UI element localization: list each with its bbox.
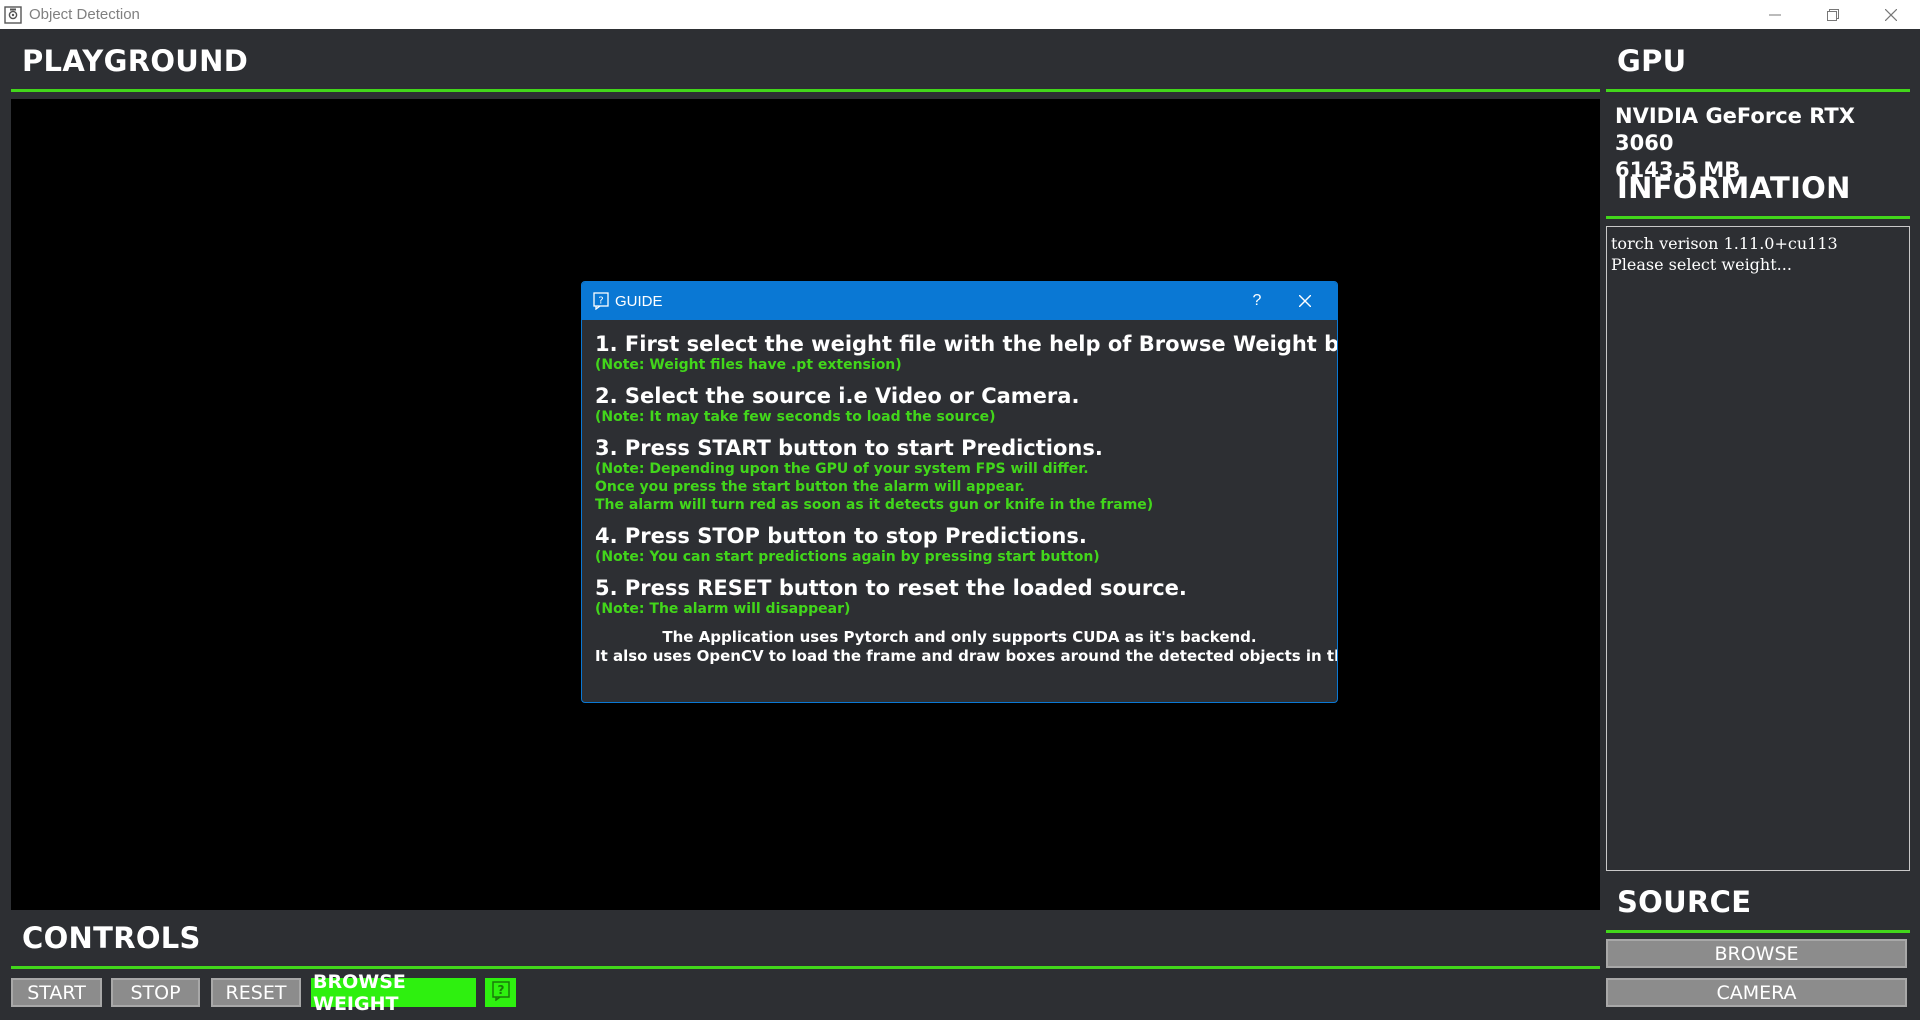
step-note: (Note: You can start predictions again b…	[595, 549, 1100, 565]
playground-divider	[11, 89, 1600, 92]
guide-step: 2. Select the source i.e Video or Camera…	[595, 384, 1337, 426]
source-divider	[1606, 930, 1910, 933]
log-line: Please select weight...	[1611, 255, 1792, 274]
reset-button[interactable]: RESET	[211, 978, 301, 1007]
step-note: (Note: The alarm will disappear)	[595, 601, 851, 617]
step-title: 3. Press START button to start Predictio…	[595, 436, 1103, 460]
information-divider	[1606, 216, 1910, 219]
playground-title: PLAYGROUND	[22, 44, 249, 78]
guide-dialog: ? GUIDE ? 1. First select the weight fil…	[581, 281, 1338, 703]
gpu-name: NVIDIA GeForce RTX 3060	[1615, 104, 1855, 155]
step-title: 4. Press STOP button to stop Predictions…	[595, 524, 1087, 548]
gpu-divider	[1606, 89, 1910, 92]
step-note: (Note: It may take few seconds to load t…	[595, 409, 996, 425]
step-title: 2. Select the source i.e Video or Camera…	[595, 384, 1080, 408]
source-camera-button[interactable]: CAMERA	[1606, 978, 1907, 1007]
camera-focus-icon	[2, 4, 24, 26]
guide-help-button[interactable]: ?	[1233, 292, 1281, 310]
information-log[interactable]: torch verison 1.11.0+cu113 Please select…	[1606, 226, 1910, 871]
gpu-title: GPU	[1617, 44, 1687, 78]
information-title: INFORMATION	[1617, 171, 1851, 205]
step-note: (Note: Weight files have .pt extension)	[595, 357, 902, 373]
svg-text:?: ?	[497, 983, 504, 997]
question-mark-icon: ?	[491, 980, 510, 1005]
guide-step: 4. Press STOP button to stop Predictions…	[595, 524, 1337, 566]
guide-step: 5. Press RESET button to reset the loade…	[595, 576, 1337, 618]
svg-text:?: ?	[598, 296, 603, 307]
step-note: The alarm will turn red as soon as it de…	[595, 497, 1154, 513]
step-title: 5. Press RESET button to reset the loade…	[595, 576, 1187, 600]
browse-weight-button[interactable]: BROWSE WEIGHT	[311, 971, 476, 1015]
source-title: SOURCE	[1617, 885, 1752, 919]
guide-dialog-title: GUIDE	[615, 292, 663, 310]
guide-footer: The Application uses Pytorch and only su…	[595, 628, 1337, 666]
log-line: torch verison 1.11.0+cu113	[1611, 234, 1838, 253]
controls-divider	[11, 966, 1600, 969]
restore-icon[interactable]	[1804, 0, 1862, 29]
footer-line: The Application uses Pytorch and only su…	[662, 628, 1257, 646]
source-browse-button[interactable]: BROWSE	[1606, 939, 1907, 968]
step-note: Once you press the start button the alar…	[595, 479, 1025, 495]
controls-title: CONTROLS	[22, 921, 201, 955]
window-title: Object Detection	[29, 6, 140, 23]
step-title: 1. First select the weight file with the…	[595, 332, 1338, 356]
guide-question-icon: ?	[593, 292, 609, 310]
window-titlebar: Object Detection	[0, 0, 1920, 29]
start-button[interactable]: START	[11, 978, 102, 1007]
guide-dialog-body: 1. First select the weight file with the…	[582, 320, 1337, 666]
footer-line: It also uses OpenCV to load the frame an…	[595, 647, 1338, 665]
close-icon[interactable]	[1862, 0, 1920, 29]
help-button[interactable]: ?	[485, 978, 516, 1007]
guide-dialog-titlebar[interactable]: ? GUIDE ?	[582, 282, 1337, 320]
close-icon	[1299, 295, 1311, 307]
guide-step: 3. Press START button to start Predictio…	[595, 436, 1337, 514]
guide-close-button[interactable]	[1281, 282, 1329, 320]
guide-step: 1. First select the weight file with the…	[595, 332, 1337, 374]
stop-button[interactable]: STOP	[111, 978, 200, 1007]
step-note: (Note: Depending upon the GPU of your sy…	[595, 461, 1089, 477]
minimize-icon[interactable]	[1746, 0, 1804, 29]
